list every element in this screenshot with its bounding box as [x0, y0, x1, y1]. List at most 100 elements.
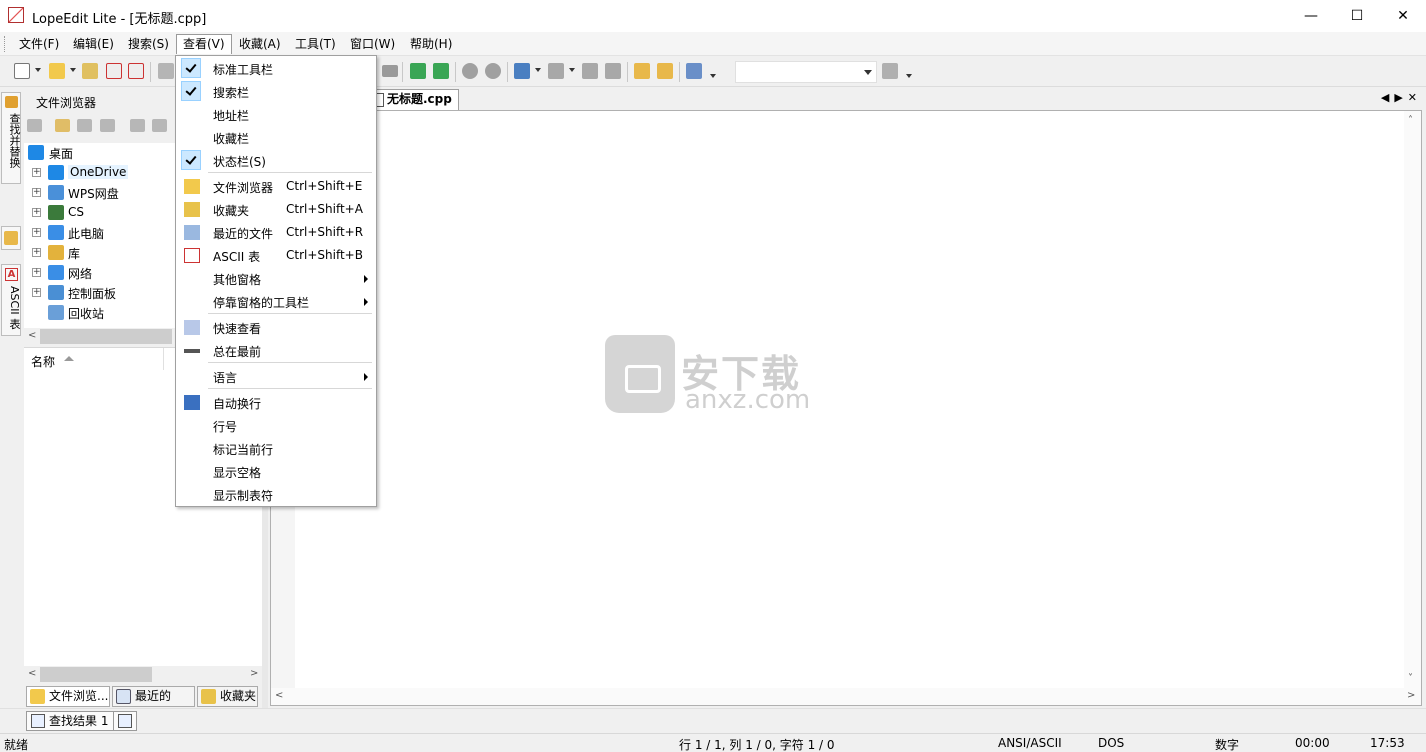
close-button[interactable]: ✕: [1380, 0, 1426, 32]
view-menu-item[interactable]: 搜索栏: [178, 80, 374, 103]
results-icon: [31, 714, 45, 728]
scroll-left-icon[interactable]: <: [275, 690, 283, 701]
app-icon: [8, 7, 24, 23]
view-menu-item[interactable]: 自动换行: [178, 391, 374, 414]
expand-icon[interactable]: +: [32, 168, 41, 177]
name-column-header[interactable]: 名称: [24, 348, 164, 370]
menu-file[interactable]: 文件(F): [13, 34, 65, 54]
find-icon[interactable]: [514, 63, 530, 79]
folder-new-icon[interactable]: [77, 119, 92, 132]
scroll-up-icon[interactable]: ˄: [1408, 115, 1413, 126]
tab-navigation-controls[interactable]: ◀▶✕: [1381, 91, 1422, 104]
back-icon[interactable]: [27, 119, 42, 132]
outdent-icon[interactable]: [433, 63, 449, 79]
expand-icon[interactable]: +: [32, 188, 41, 197]
expand-icon[interactable]: +: [32, 248, 41, 257]
run-icon[interactable]: [686, 63, 702, 79]
folder-refresh-icon[interactable]: [152, 119, 167, 132]
folder-up-icon[interactable]: [55, 119, 70, 132]
tab-file-browser-label: 文件浏览...: [49, 689, 109, 703]
toolbar-overflow-icon[interactable]: [710, 74, 716, 78]
new-dropdown-icon[interactable]: [35, 68, 41, 72]
tab-recent-files[interactable]: 最近的文...: [112, 686, 195, 722]
view-menu-item[interactable]: 快速查看: [178, 316, 374, 339]
indent-icon[interactable]: [410, 63, 426, 79]
replace-icon[interactable]: [605, 63, 621, 79]
scroll-thumb[interactable]: [40, 329, 172, 344]
open-dropdown-icon[interactable]: [70, 68, 76, 72]
menu-window[interactable]: 窗口(W): [344, 34, 401, 54]
folder-edit-icon[interactable]: [100, 119, 115, 132]
close-all-icon[interactable]: [128, 63, 144, 79]
find-replace-tab[interactable]: 查找并替换: [1, 92, 21, 184]
menu-tools[interactable]: 工具(T): [289, 34, 342, 54]
folder-open-icon[interactable]: [130, 119, 145, 132]
view-menu-item[interactable]: 收藏夹 Ctrl+Shift+A: [178, 198, 374, 221]
document-tab[interactable]: 无标题.cpp: [368, 89, 459, 110]
menu-favorites[interactable]: 收藏(A): [233, 34, 287, 54]
expand-icon[interactable]: +: [32, 268, 41, 277]
scroll-down-icon[interactable]: ˅: [1408, 673, 1413, 684]
chevron-down-icon[interactable]: [864, 70, 872, 75]
view-menu-item[interactable]: 状态栏(S): [178, 149, 374, 172]
scroll-left-icon[interactable]: <: [28, 668, 36, 679]
ascii-tab[interactable]: A ASCII 表: [1, 264, 21, 336]
view-menu-item[interactable]: 显示空格: [178, 460, 374, 483]
view-menu-item[interactable]: 显示制表符: [178, 483, 374, 506]
view-menu-item[interactable]: 总在最前: [178, 339, 374, 362]
undo-icon[interactable]: [462, 63, 478, 79]
go-address-icon[interactable]: [882, 63, 898, 79]
view-menu-item[interactable]: 文件浏览器 Ctrl+Shift+E: [178, 175, 374, 198]
address-combo[interactable]: [735, 61, 877, 83]
view-menu-item[interactable]: 停靠窗格的工具栏: [178, 290, 374, 313]
view-menu-item[interactable]: 语言: [178, 365, 374, 388]
open-folder-icon[interactable]: [49, 63, 65, 79]
address-overflow-icon[interactable]: [906, 74, 912, 78]
binoculars-icon: [5, 96, 18, 108]
favorites-tab[interactable]: [1, 226, 21, 250]
expand-icon[interactable]: +: [32, 208, 41, 217]
find-next-icon[interactable]: [548, 63, 564, 79]
menubar-grip[interactable]: [4, 36, 7, 52]
scroll-right-icon[interactable]: >: [1407, 690, 1415, 701]
close-file-icon[interactable]: [106, 63, 122, 79]
view-menu-item[interactable]: 其他窗格: [178, 267, 374, 290]
find-dropdown-icon[interactable]: [535, 68, 541, 72]
new-file-icon[interactable]: [14, 63, 30, 79]
scroll-left-icon[interactable]: <: [28, 330, 36, 341]
redo-icon[interactable]: [485, 63, 501, 79]
menu-help[interactable]: 帮助(H): [404, 34, 458, 54]
bookmark-icon[interactable]: [634, 63, 650, 79]
menu-view[interactable]: 查看(V): [176, 34, 232, 54]
find-prev-icon[interactable]: [582, 63, 598, 79]
scroll-thumb[interactable]: [40, 667, 152, 682]
tree-item-label: OneDrive: [68, 165, 129, 179]
editor-horizontal-scrollbar[interactable]: < >: [271, 688, 1421, 705]
view-menu-item[interactable]: 收藏栏: [178, 126, 374, 149]
tab-file-browser[interactable]: 文件浏览...: [26, 686, 110, 707]
list-scrollbar[interactable]: < >: [24, 666, 268, 683]
editor-vertical-scrollbar[interactable]: ˄ ˅: [1404, 111, 1421, 689]
menu-search[interactable]: 搜索(S): [122, 34, 175, 54]
menu-edit[interactable]: 编辑(E): [67, 34, 120, 54]
view-menu-item[interactable]: 标记当前行: [178, 437, 374, 460]
expand-icon[interactable]: +: [32, 288, 41, 297]
maximize-button[interactable]: ☐: [1334, 0, 1380, 32]
open-project-icon[interactable]: [82, 63, 98, 79]
view-menu-item[interactable]: 最近的文件 Ctrl+Shift+R: [178, 221, 374, 244]
view-menu-item[interactable]: 地址栏: [178, 103, 374, 126]
scroll-right-icon[interactable]: >: [250, 668, 258, 679]
tab-results-secondary[interactable]: [113, 711, 137, 731]
align-icon[interactable]: [382, 65, 398, 77]
tab-find-results[interactable]: 查找结果 1: [26, 711, 116, 731]
minimize-button[interactable]: —: [1288, 0, 1334, 32]
view-menu-item[interactable]: 标准工具栏: [178, 57, 374, 80]
view-menu-item[interactable]: ASCII 表 Ctrl+Shift+B: [178, 244, 374, 267]
favorites-add-icon[interactable]: [657, 63, 673, 79]
tab-favorites[interactable]: 收藏夹: [197, 686, 258, 707]
save-icon[interactable]: [158, 63, 174, 79]
view-menu-item[interactable]: 行号: [178, 414, 374, 437]
find-next-dropdown-icon[interactable]: [569, 68, 575, 72]
code-editor[interactable]: ˄ ˅ < >: [270, 110, 1422, 706]
expand-icon[interactable]: +: [32, 228, 41, 237]
